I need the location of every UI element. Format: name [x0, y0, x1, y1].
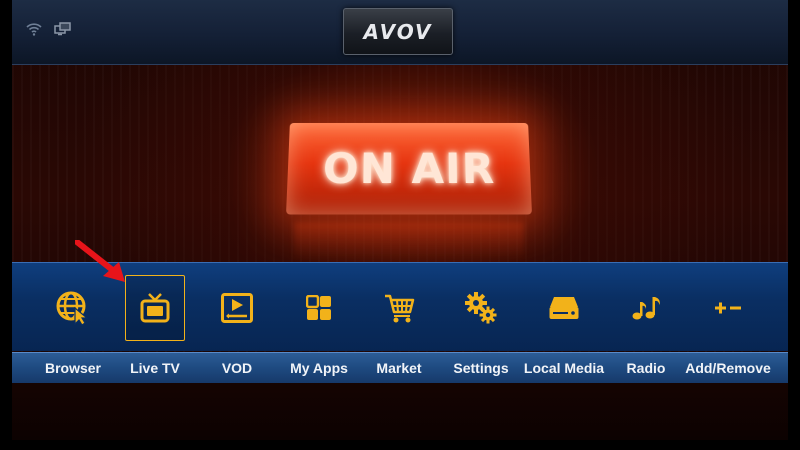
- label-add-remove[interactable]: Add/Remove: [685, 360, 771, 376]
- globe-cursor-icon: [56, 291, 89, 326]
- menu-item-vod[interactable]: [207, 275, 267, 341]
- music-notes-icon: [632, 297, 660, 320]
- brand-logo: AVOV: [343, 8, 453, 55]
- menu-item-settings[interactable]: [451, 275, 511, 341]
- menu-item-my-apps[interactable]: [289, 275, 349, 341]
- apps-grid-icon: [306, 295, 331, 320]
- shopping-cart-icon: [385, 294, 415, 323]
- video-player-icon: [221, 293, 253, 323]
- label-vod[interactable]: VOD: [222, 360, 252, 376]
- red-arrow-annotation: [75, 240, 125, 282]
- plus-minus-icon: [715, 302, 741, 314]
- status-icons: [26, 22, 72, 36]
- label-market[interactable]: Market: [376, 360, 421, 376]
- label-radio[interactable]: Radio: [627, 360, 666, 376]
- menu-labels-bar: Browser Live TV VOD My Apps Market Setti…: [12, 352, 788, 383]
- menu-item-radio[interactable]: [616, 275, 676, 341]
- label-local-media[interactable]: Local Media: [524, 360, 604, 376]
- top-bar: AVOV: [12, 0, 788, 65]
- bottom-area: [12, 383, 788, 440]
- label-live-tv[interactable]: Live TV: [130, 360, 180, 376]
- menu-item-live-tv[interactable]: [125, 275, 185, 341]
- gears-icon: [465, 292, 497, 324]
- label-my-apps[interactable]: My Apps: [290, 360, 348, 376]
- network-icon: [54, 22, 71, 36]
- logo-text: AVOV: [363, 19, 433, 44]
- hard-drive-icon: [549, 297, 579, 319]
- tv-icon: [140, 293, 170, 323]
- tv-screen: AVOV ON AIR Browser Live TV VOD My Apps …: [12, 0, 788, 440]
- wifi-icon: [26, 23, 42, 36]
- on-air-text: ON AIR: [322, 143, 496, 193]
- menu-item-add-remove[interactable]: [698, 275, 758, 341]
- menu-item-local-media[interactable]: [534, 275, 594, 341]
- menu-item-market[interactable]: [369, 275, 429, 341]
- sign-reflection: [294, 222, 524, 262]
- label-settings[interactable]: Settings: [453, 360, 508, 376]
- label-browser[interactable]: Browser: [45, 360, 101, 376]
- on-air-sign: ON AIR: [286, 122, 532, 215]
